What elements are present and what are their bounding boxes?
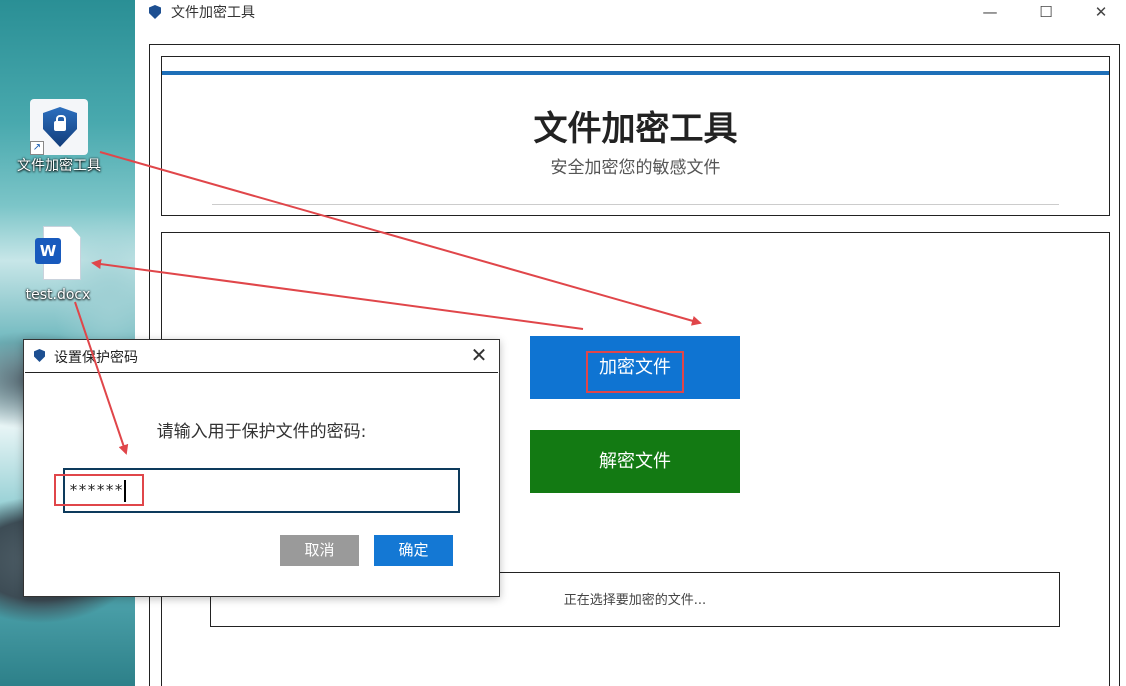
- dialog-shield-icon: [34, 349, 45, 362]
- cancel-button[interactable]: 取消: [280, 535, 359, 566]
- ok-button[interactable]: 确定: [374, 535, 453, 566]
- encrypt-highlight-box: [586, 351, 684, 393]
- word-document-icon: W: [35, 226, 81, 280]
- header-card: 文件加密工具 安全加密您的敏感文件: [161, 56, 1110, 216]
- window-title: 文件加密工具: [171, 5, 255, 21]
- desktop-app-label: 文件加密工具: [17, 158, 101, 174]
- app-shield-icon: [149, 5, 161, 19]
- minimize-button[interactable]: —: [967, 0, 1013, 26]
- dialog-close-icon[interactable]: ✕: [464, 343, 494, 369]
- password-prompt: 请输入用于保护文件的密码:: [156, 422, 367, 442]
- decrypt-file-button[interactable]: 解密文件: [530, 430, 740, 493]
- accent-line: [162, 71, 1109, 75]
- header-divider: [212, 204, 1059, 205]
- dialog-titlebar[interactable]: 设置保护密码 ✕: [24, 340, 499, 372]
- word-badge: W: [35, 238, 61, 264]
- page-title: 文件加密工具: [533, 109, 738, 149]
- shortcut-arrow-icon: ↗: [30, 141, 44, 155]
- maximize-button[interactable]: ☐: [1023, 0, 1069, 26]
- password-dialog: 设置保护密码 ✕ 请输入用于保护文件的密码: ****** 取消 确定: [23, 339, 500, 597]
- desktop-doc-label: test.docx: [25, 287, 91, 303]
- desktop-app-shortcut[interactable]: ↗ 文件加密工具: [9, 99, 109, 175]
- dialog-title: 设置保护密码: [54, 350, 138, 366]
- password-highlight-box: [54, 474, 144, 506]
- page-subtitle: 安全加密您的敏感文件: [550, 158, 721, 178]
- close-button[interactable]: ✕: [1078, 0, 1124, 26]
- shield-lock-icon: ↗: [30, 99, 88, 155]
- desktop-docx-file[interactable]: W test.docx: [8, 226, 108, 304]
- window-titlebar[interactable]: 文件加密工具 — ☐ ✕: [135, 0, 1126, 26]
